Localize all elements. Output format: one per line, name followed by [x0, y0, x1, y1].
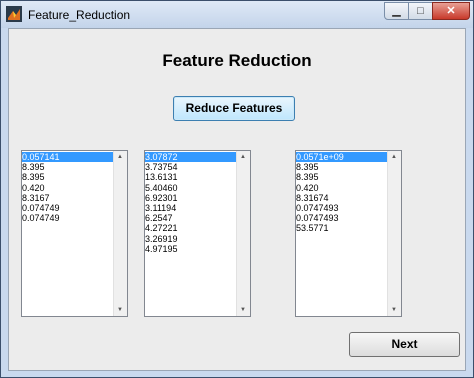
scrollbar[interactable]: ▲ ▼	[387, 151, 401, 316]
title-bar[interactable]: Feature_Reduction ▁ □ ✕	[1, 1, 473, 28]
list-item[interactable]: 4.97195	[145, 244, 236, 254]
list-item[interactable]: 3.26919	[145, 234, 236, 244]
list-item[interactable]: 6.2547	[145, 213, 236, 223]
matlab-icon	[6, 6, 22, 22]
list-item[interactable]: 53.5771	[296, 223, 387, 233]
page-title: Feature Reduction	[162, 51, 312, 70]
list-item[interactable]: 0.0747493	[296, 203, 387, 213]
list-item[interactable]: 0.420	[296, 183, 387, 193]
list-item[interactable]: 8.3167	[22, 193, 113, 203]
list-item[interactable]: 6.92301	[145, 193, 236, 203]
window-title: Feature_Reduction	[28, 8, 131, 22]
maximize-button[interactable]: □	[408, 2, 433, 20]
reduce-features-button[interactable]: Reduce Features	[173, 96, 295, 121]
list-item[interactable]: 0.074749	[22, 203, 113, 213]
scroll-up-icon[interactable]: ▲	[391, 154, 397, 160]
scrollbar[interactable]: ▲ ▼	[113, 151, 127, 316]
scrollbar[interactable]: ▲ ▼	[236, 151, 250, 316]
list-item[interactable]: 0.0747493	[296, 213, 387, 223]
next-button[interactable]: Next	[349, 332, 460, 357]
list-item[interactable]: 0.057141	[22, 152, 113, 163]
scroll-down-icon[interactable]: ▼	[240, 307, 246, 313]
list-items: 3.07872 3.73754 13.6131 5.40460 6.92301 3.111…	[145, 152, 236, 254]
list-items: 0.0571e+09 8.395 8.395 0.420 8.31674 0.074749…	[296, 152, 387, 234]
list-item[interactable]: 8.395	[296, 172, 387, 182]
list-items: 0.057141 8.395 8.395 0.420 8.3167 0.074749 0.0…	[22, 152, 113, 223]
list-item[interactable]: 3.11194	[145, 203, 236, 213]
figure-panel: Feature Reduction Reduce Features 0.0571…	[8, 28, 466, 371]
listbox-original-features[interactable]: 0.057141 8.395 8.395 0.420 8.3167 0.074749 0.0…	[21, 150, 128, 317]
listbox-result-features[interactable]: 0.0571e+09 8.395 8.395 0.420 8.31674 0.074749…	[295, 150, 402, 317]
list-item[interactable]: 3.73754	[145, 162, 236, 172]
list-item[interactable]: 0.0571e+09	[296, 152, 387, 163]
scroll-down-icon[interactable]: ▼	[391, 307, 397, 313]
list-item[interactable]: 8.395	[296, 162, 387, 172]
list-item[interactable]: 0.074749	[22, 213, 113, 223]
list-item[interactable]: 8.395	[22, 172, 113, 182]
scroll-down-icon[interactable]: ▼	[117, 307, 123, 313]
listbox-reduced-features[interactable]: 3.07872 3.73754 13.6131 5.40460 6.92301 3.111…	[144, 150, 251, 317]
close-button[interactable]: ✕	[432, 2, 470, 20]
list-item[interactable]: 8.395	[22, 162, 113, 172]
list-item[interactable]: 3.07872	[145, 152, 236, 163]
scroll-up-icon[interactable]: ▲	[240, 154, 246, 160]
scroll-up-icon[interactable]: ▲	[117, 154, 123, 160]
list-item[interactable]: 13.6131	[145, 172, 236, 182]
list-item[interactable]: 4.27221	[145, 223, 236, 233]
list-item[interactable]: 0.420	[22, 183, 113, 193]
list-item[interactable]: 5.40460	[145, 183, 236, 193]
app-window: Feature_Reduction ▁ □ ✕ Feature Reductio…	[0, 0, 474, 378]
minimize-button[interactable]: ▁	[384, 2, 409, 20]
list-item[interactable]: 8.31674	[296, 193, 387, 203]
